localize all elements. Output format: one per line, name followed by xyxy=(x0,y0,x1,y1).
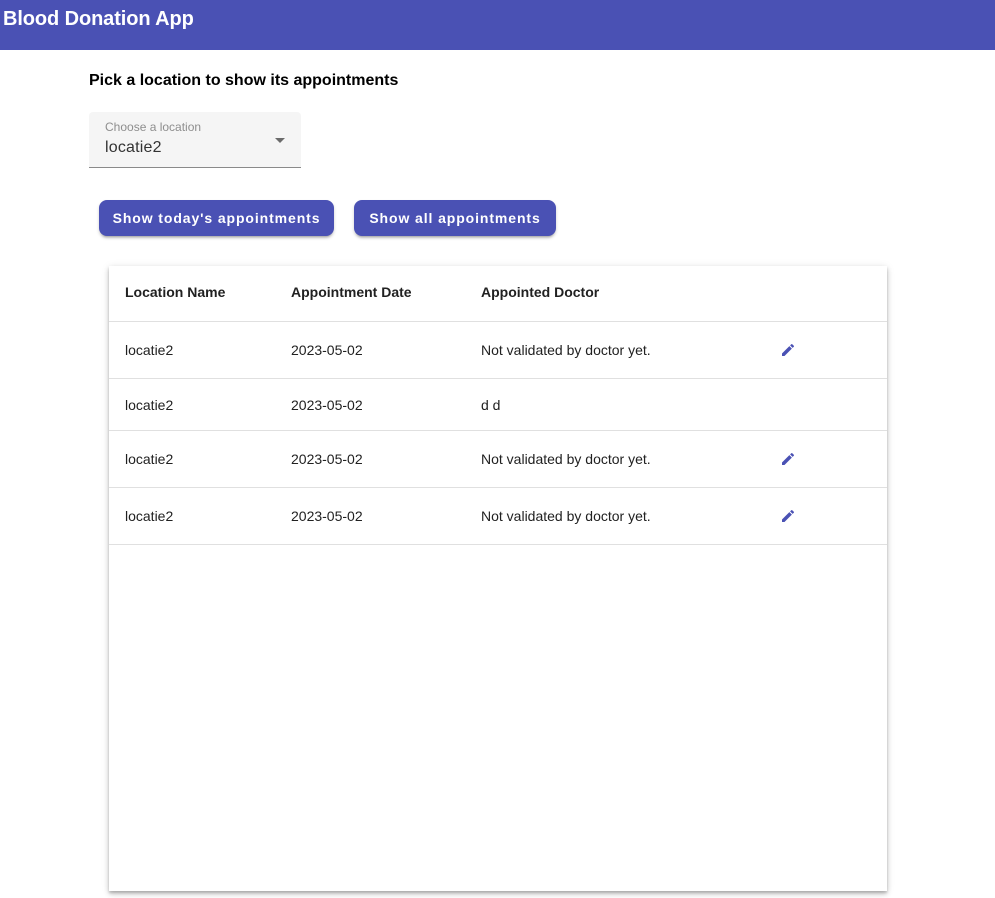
app-title: Blood Donation App xyxy=(3,8,194,30)
arrow-drop-down-icon xyxy=(275,138,285,143)
cell-appointed-doctor: Not validated by doctor yet. xyxy=(481,342,651,358)
cell-appointment-date: 2023-05-02 xyxy=(291,397,363,413)
cell-location-name: locatie2 xyxy=(125,342,174,358)
edit-pencil-icon[interactable] xyxy=(780,508,798,526)
cell-location-name: locatie2 xyxy=(125,397,174,413)
show-todays-appointments-button[interactable]: Show today's appointments xyxy=(99,200,334,236)
location-select-label: Choose a location xyxy=(105,120,202,134)
appointments-table: Location Name Appointment Date Appointed… xyxy=(109,266,887,891)
location-select-value: locatie2 xyxy=(105,139,162,156)
cell-appointed-doctor: Not validated by doctor yet. xyxy=(481,508,651,524)
show-all-appointments-button[interactable]: Show all appointments xyxy=(354,200,556,236)
cell-appointment-date: 2023-05-02 xyxy=(291,342,363,358)
table-header-row: Location Name Appointment Date Appointed… xyxy=(109,266,887,322)
column-header-location-name: Location Name xyxy=(125,284,226,300)
page-heading: Pick a location to show its appointments xyxy=(89,72,399,89)
cell-appointed-doctor: d d xyxy=(481,397,501,413)
cell-location-name: locatie2 xyxy=(125,451,174,467)
cell-appointed-doctor: Not validated by doctor yet. xyxy=(481,451,651,467)
table-row: locatie2 2023-05-02 Not validated by docto… xyxy=(109,322,887,379)
cell-appointment-date: 2023-05-02 xyxy=(291,451,363,467)
app-toolbar: Blood Donation App xyxy=(0,0,995,50)
table-row: locatie2 2023-05-02 Not validated by docto… xyxy=(109,488,887,545)
edit-pencil-icon[interactable] xyxy=(780,342,798,360)
edit-pencil-icon[interactable] xyxy=(780,451,798,469)
column-header-appointment-date: Appointment Date xyxy=(291,284,412,300)
table-row: locatie2 2023-05-02 Not validated by docto… xyxy=(109,431,887,488)
location-select[interactable]: Choose a location locatie2 xyxy=(89,112,301,168)
cell-location-name: locatie2 xyxy=(125,508,174,524)
cell-appointment-date: 2023-05-02 xyxy=(291,508,363,524)
column-header-appointed-doctor: Appointed Doctor xyxy=(481,284,600,300)
table-row: locatie2 2023-05-02 d d xyxy=(109,379,887,431)
